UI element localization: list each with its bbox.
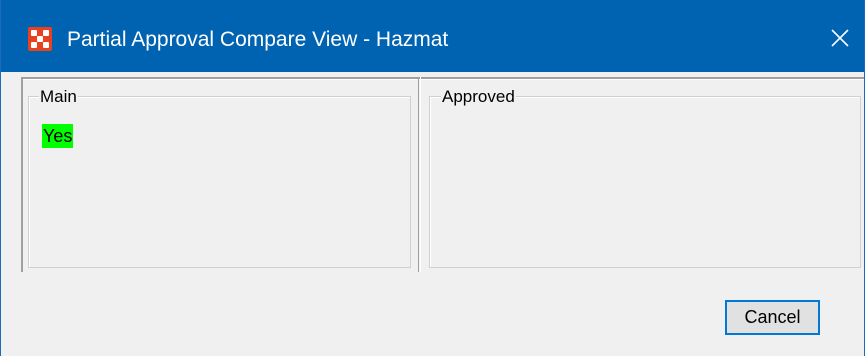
approved-groupbox-label: Approved [441,87,516,107]
main-groupbox: Main Yes [28,87,411,268]
app-logo-icon [28,27,52,51]
approved-groupbox: Approved [429,87,861,268]
window-title: Partial Approval Compare View - Hazmat [67,28,449,51]
dialog-window: Partial Approval Compare View - Hazmat M… [0,0,865,356]
cancel-button[interactable]: Cancel [725,300,820,335]
title-bar[interactable]: Partial Approval Compare View - Hazmat [1,0,864,72]
frame-splitter[interactable] [418,77,421,272]
frame-divider-left [21,77,24,272]
close-icon [831,29,849,47]
close-button[interactable] [818,16,862,60]
main-groupbox-label: Main [39,87,78,107]
dialog-content: Main Yes Approved Cancel [1,72,864,356]
main-value-yes: Yes [42,124,74,148]
frame-divider-top [21,77,864,80]
